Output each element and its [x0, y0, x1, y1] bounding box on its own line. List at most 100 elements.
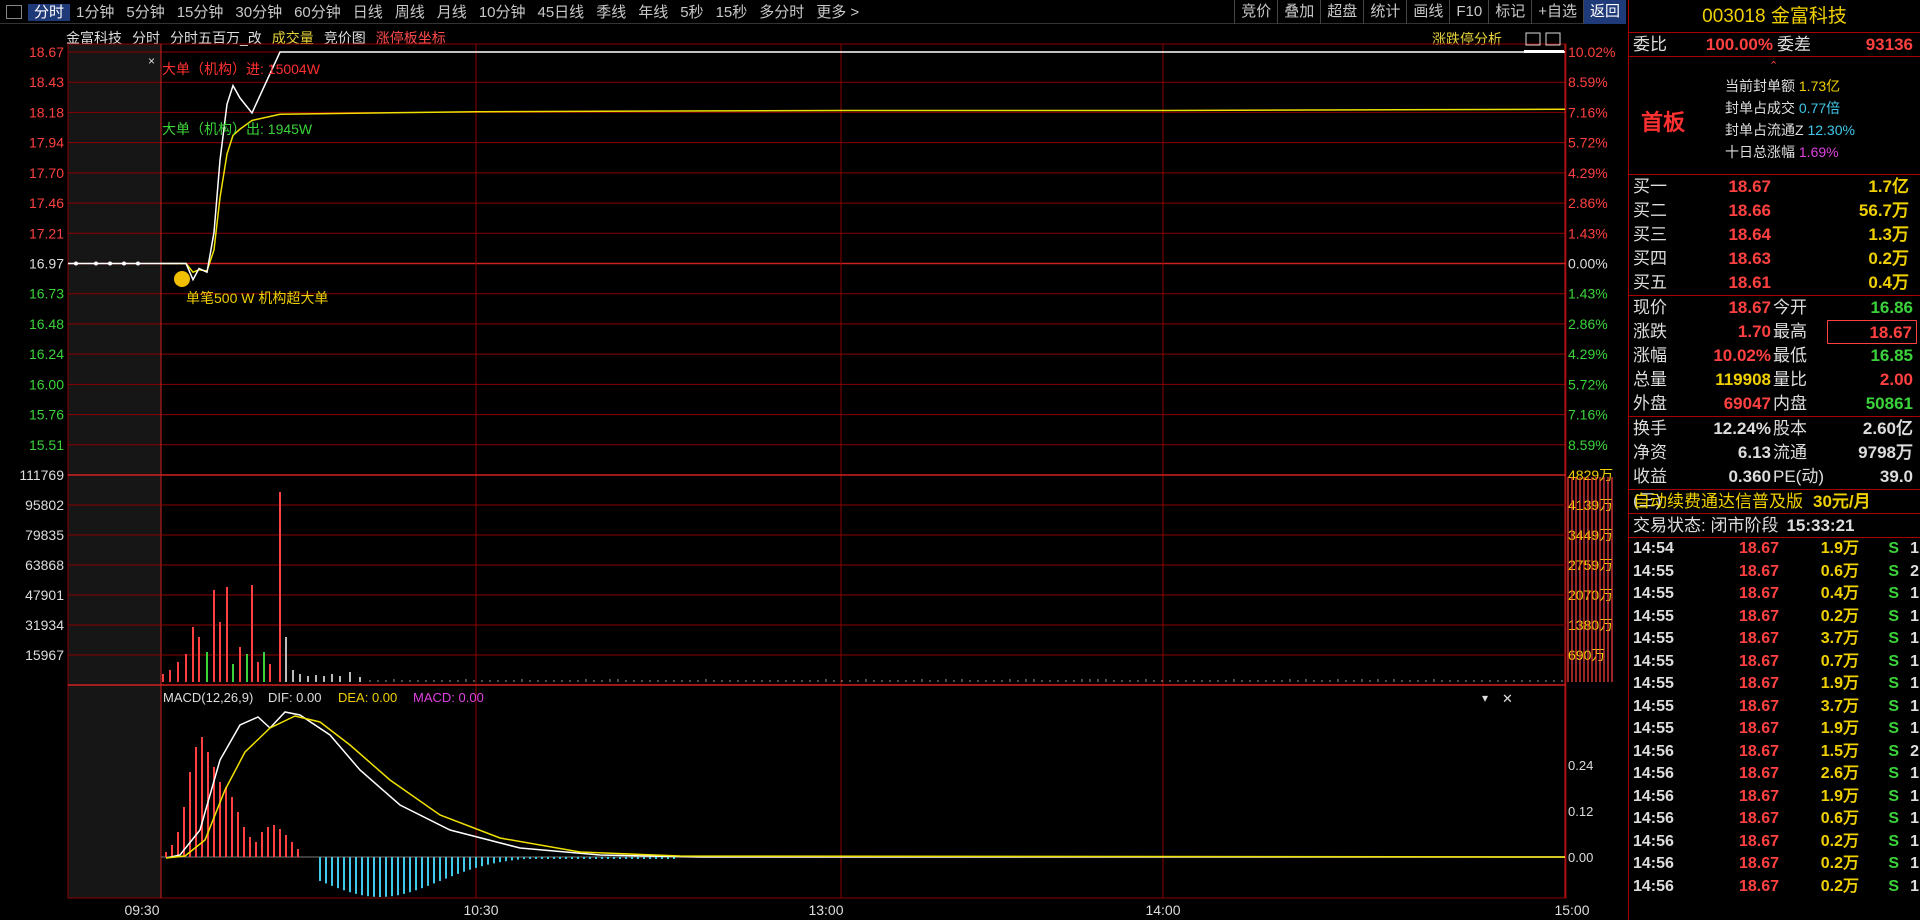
- money-bag-icon: [174, 271, 190, 287]
- volume-toggle[interactable]: 成交量: [272, 28, 314, 48]
- fund-row: 净资 6.13 流通 9798万: [1629, 441, 1920, 465]
- tick-price: 18.67: [1699, 786, 1779, 809]
- tick-side: S: [1859, 583, 1899, 606]
- tick-price: 18.67: [1699, 831, 1779, 854]
- period-tab[interactable]: 5秒: [674, 4, 709, 21]
- period-tab[interactable]: 15秒: [710, 4, 754, 21]
- menu-icon[interactable]: [6, 5, 22, 19]
- pct-tick-label: 7.16%: [1568, 407, 1608, 423]
- seal-ratio-value: 0.77倍: [1799, 100, 1840, 116]
- promo-text[interactable]: 自动续费通达信普及版: [1629, 490, 1803, 513]
- seal-ratio-label: 封单占成交: [1725, 100, 1795, 116]
- tick-list[interactable]: 14:54 18.67 1.9万 S 1 14:55 18.67 0.6万 S 2 14:55 18.…: [1629, 538, 1920, 898]
- bid-volume: 0.4万: [1771, 271, 1913, 295]
- period-tab[interactable]: 月线: [431, 4, 473, 21]
- volume-tick-label: 15967: [25, 647, 64, 663]
- stat-row: 外盘 69047 内盘 50861: [1629, 392, 1920, 416]
- toolbar-button[interactable]: 统计: [1363, 0, 1406, 24]
- tick-volume: 0.2万: [1779, 853, 1859, 876]
- macd-tick-label: 0.00: [1568, 850, 1593, 865]
- tick-side: S: [1859, 696, 1899, 719]
- bid-row[interactable]: 买三 18.64 1.3万: [1629, 223, 1920, 247]
- tick-time: 14:56: [1629, 763, 1699, 786]
- toolbar-button[interactable]: 画线: [1406, 0, 1449, 24]
- wei-cha-value: 93136: [1823, 33, 1917, 56]
- period-tab[interactable]: 10分钟: [473, 4, 532, 21]
- limit-coord-toggle[interactable]: 涨停板坐标: [376, 28, 446, 48]
- toolbar-button[interactable]: 叠加: [1277, 0, 1320, 24]
- mode-label[interactable]: 分时: [132, 28, 160, 48]
- fund-label-2: PE(动): [1771, 465, 1827, 489]
- period-tab[interactable]: 年线: [632, 4, 674, 21]
- tick-count: 1: [1899, 696, 1919, 719]
- bid-row[interactable]: 买四 18.63 0.2万: [1629, 247, 1920, 271]
- period-tab[interactable]: 周线: [389, 4, 431, 21]
- tick-volume: 0.6万: [1779, 808, 1859, 831]
- intraday-chart[interactable]: 18.67 10.02% 18.43 8.59% 18.18 7.16% 17.94 5.72…: [0, 0, 1626, 920]
- time-tick-label: 10:30: [463, 902, 498, 918]
- promo-price[interactable]: 30元/月: [1813, 490, 1871, 513]
- tick-price: 18.67: [1699, 628, 1779, 651]
- toolbar-button[interactable]: 竞价: [1234, 0, 1277, 24]
- tick-side: S: [1859, 651, 1899, 674]
- tick-count: 1: [1899, 853, 1919, 876]
- period-tab[interactable]: 15分钟: [171, 4, 230, 21]
- collapse-arrow-icon[interactable]: ⌃: [1769, 59, 1778, 72]
- stock-title[interactable]: 003018 金富科技: [1629, 0, 1920, 33]
- average-price-line: [161, 109, 1565, 272]
- price-tick-label: 15.76: [29, 407, 64, 423]
- post-market-shade: [1565, 44, 1566, 898]
- price-tick-label: 18.43: [29, 74, 64, 90]
- period-tab[interactable]: 分时: [28, 4, 70, 21]
- bid-volume: 1.3万: [1771, 223, 1913, 247]
- time-tick-label: 13:00: [808, 902, 843, 918]
- fund-value-2: 39.0: [1827, 465, 1917, 489]
- tick-time: 14:56: [1629, 808, 1699, 831]
- tick-volume: 0.2万: [1779, 606, 1859, 629]
- toolbar-button[interactable]: 超盘: [1320, 0, 1363, 24]
- stat-label: 现价: [1629, 296, 1681, 320]
- wei-bi-value: 100.00%: [1673, 33, 1773, 56]
- toolbar-button[interactable]: +自选: [1531, 0, 1583, 24]
- tick-side: S: [1859, 673, 1899, 696]
- period-tab[interactable]: 季线: [590, 4, 632, 21]
- period-tab[interactable]: 日线: [347, 4, 389, 21]
- toolbar-button[interactable]: F10: [1449, 0, 1488, 24]
- period-tab[interactable]: 60分钟: [288, 4, 347, 21]
- period-toolbar: 分时 1分钟 5分钟 15分钟 30分钟 60分钟 日线 周线 月线 10分钟 45日线 季线 年线 5秒…: [0, 0, 1626, 24]
- tick-volume: 1.9万: [1779, 538, 1859, 561]
- limit-analysis-button[interactable]: 涨跌停分析: [1432, 29, 1502, 49]
- macd-tick-label: 0.12: [1568, 804, 1593, 819]
- period-tab[interactable]: 多分时: [753, 4, 810, 21]
- toolbar-button[interactable]: 返回: [1583, 0, 1626, 24]
- price-line: [161, 52, 1565, 280]
- stat-value-2: 18.67: [1827, 320, 1917, 344]
- annotation-close-icon: ×: [148, 54, 155, 68]
- pre-market-shade: [68, 44, 161, 898]
- price-tick-label: 18.18: [29, 104, 64, 120]
- bid-row[interactable]: 买五 18.61 0.4万: [1629, 271, 1920, 295]
- tick-side: S: [1859, 786, 1899, 809]
- stat-value-2: 16.85: [1827, 344, 1917, 368]
- pre-open-dot: [136, 262, 140, 266]
- toolbar-button[interactable]: 标记: [1488, 0, 1531, 24]
- period-tab[interactable]: 30分钟: [229, 4, 288, 21]
- promo-row[interactable]: 自动续费通达信普及版 30元/月: [1629, 490, 1920, 514]
- volume-tick-label: 47901: [25, 587, 64, 603]
- macd-dif: DIF: 0.00: [268, 690, 321, 705]
- tick-volume: 3.7万: [1779, 628, 1859, 651]
- period-tab[interactable]: 5分钟: [120, 4, 170, 21]
- tick-price: 18.67: [1699, 651, 1779, 674]
- time-tick-label: 15:00: [1554, 902, 1589, 918]
- seal-amount-label: 当前封单额: [1725, 78, 1795, 94]
- period-tab[interactable]: 1分钟: [70, 4, 120, 21]
- stat-label-2: 量比: [1771, 368, 1827, 392]
- indicator-label[interactable]: 分时五百万_改: [170, 28, 262, 48]
- bid-row[interactable]: 买二 18.66 56.7万: [1629, 199, 1920, 223]
- period-tab[interactable]: 45日线: [532, 4, 591, 21]
- bid-row[interactable]: 买一 18.67 1.7亿: [1629, 175, 1920, 199]
- period-tab[interactable]: 更多 >: [810, 4, 865, 21]
- tick-side: S: [1859, 853, 1899, 876]
- tick-row: 14:55 18.67 1.9万 S 1: [1629, 673, 1920, 696]
- auction-toggle[interactable]: 竞价图: [324, 28, 366, 48]
